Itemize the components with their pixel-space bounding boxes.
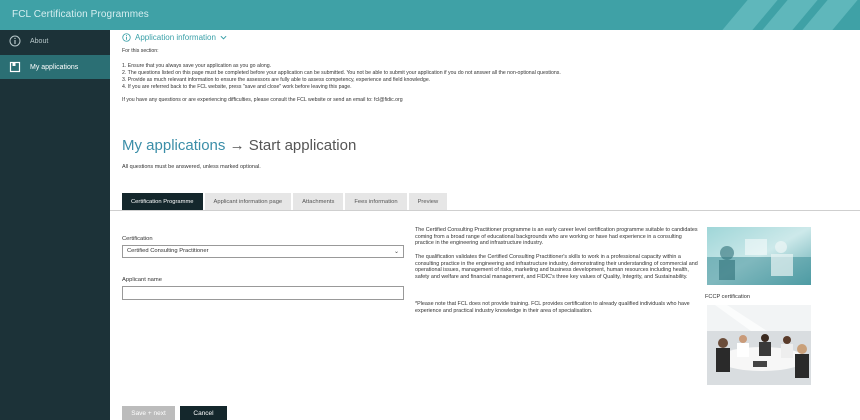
chevron-down-icon bbox=[220, 35, 227, 40]
programme-description: The Certified Consulting Practitioner pr… bbox=[415, 227, 698, 247]
top-bar: FCL Certification Programmes bbox=[0, 0, 860, 30]
info-point: 2. The questions listed on this page mus… bbox=[122, 70, 561, 76]
sidebar-item-label: My applications bbox=[30, 63, 79, 71]
save-next-button[interactable]: Save + next bbox=[122, 406, 175, 420]
sidebar-item-about[interactable]: About bbox=[0, 30, 110, 52]
tab-fees-information[interactable]: Fees information bbox=[345, 193, 407, 210]
info-point: 1. Ensure that you always save your appl… bbox=[122, 63, 272, 69]
tab-certification-programme[interactable]: Certification Programme bbox=[122, 193, 203, 210]
page-title: My applications → Start application bbox=[122, 137, 356, 154]
tab-preview[interactable]: Preview bbox=[408, 193, 448, 210]
tab-applicant-information[interactable]: Applicant information page bbox=[204, 193, 292, 210]
info-icon bbox=[122, 33, 131, 42]
breadcrumb-my-applications[interactable]: My applications bbox=[122, 137, 225, 154]
certification-image bbox=[707, 227, 811, 285]
sidebar-item-my-applications[interactable]: My applications bbox=[0, 55, 110, 79]
page-subtitle: Start application bbox=[248, 137, 357, 154]
image-caption: FCCP certification bbox=[705, 294, 750, 300]
training-note: *Please note that FCL does not provide t… bbox=[415, 301, 690, 314]
certification-select-value: Certified Consulting Practitioner bbox=[127, 248, 209, 254]
info-icon bbox=[8, 34, 22, 48]
page-note: All questions must be answered, unless m… bbox=[122, 164, 261, 170]
cancel-button[interactable]: Cancel bbox=[180, 406, 227, 420]
programme-description: The qualification validates the Certifie… bbox=[415, 254, 698, 281]
arrow-right-icon: → bbox=[229, 137, 245, 154]
application-info-heading: Application information bbox=[135, 33, 216, 42]
info-point: 4. If you are referred back to the FCL w… bbox=[122, 84, 352, 90]
app-title: FCL Certification Programmes bbox=[12, 9, 149, 20]
info-point: 3. Provide as much relevant information … bbox=[122, 77, 431, 83]
main-content: Application information For this section… bbox=[110, 30, 860, 420]
certification-label: Certification bbox=[122, 236, 153, 242]
applicant-name-label: Applicant name bbox=[122, 277, 162, 283]
sidebar-item-label: About bbox=[30, 37, 49, 45]
certification-select[interactable]: Certified Consulting Practitioner ⌄ bbox=[122, 245, 404, 258]
meeting-image bbox=[707, 305, 811, 385]
tab-bar: Certification Programme Applicant inform… bbox=[122, 193, 449, 210]
info-contact: If you have any questions or are experie… bbox=[122, 97, 403, 103]
chevron-down-icon: ⌄ bbox=[393, 249, 399, 255]
sidebar: About My applications bbox=[0, 30, 110, 420]
tab-attachments[interactable]: Attachments bbox=[293, 193, 344, 210]
info-intro: For this section: bbox=[122, 48, 159, 54]
tab-divider bbox=[110, 210, 860, 211]
applicant-name-input[interactable] bbox=[122, 286, 404, 300]
document-icon bbox=[8, 60, 22, 74]
application-info-toggle[interactable]: Application information bbox=[122, 33, 231, 42]
